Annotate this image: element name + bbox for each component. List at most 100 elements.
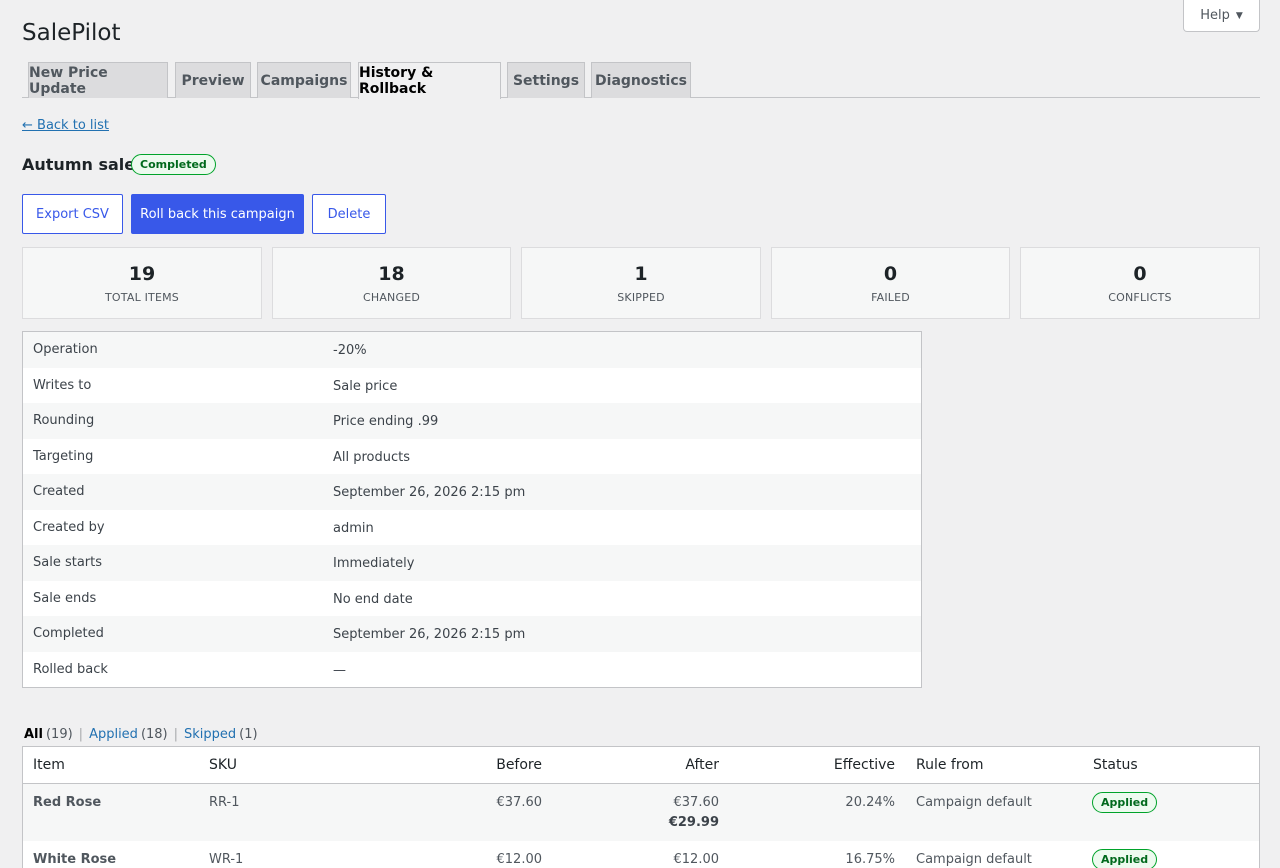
tab-campaigns[interactable]: Campaigns [257,62,351,98]
item-name: White Rose [33,852,117,867]
stat-label: TOTAL ITEMS [105,290,179,304]
stat-conflicts: 0 CONFLICTS [1020,247,1260,319]
tab-preview[interactable]: Preview [175,62,251,98]
stat-failed: 0 FAILED [771,247,1010,319]
item-after-cell: €12.00 [674,852,720,867]
detail-key: Operation [33,342,98,357]
items-table: Item SKU Before After Effective Rule fro… [22,746,1260,868]
detail-key: Rounding [33,413,95,428]
detail-row-rolled-back: Rolled back — [23,652,921,688]
stat-label: CONFLICTS [1108,290,1172,304]
stat-label: SKIPPED [617,290,665,304]
detail-key: Created [33,484,85,499]
stat-skipped: 1 SKIPPED [521,247,761,319]
item-after-sale-price: €29.99 [668,815,719,830]
item-rule-from: Campaign default [916,852,1032,867]
detail-row-created-by: Created by admin [23,510,921,546]
detail-row-targeting: Targeting All products [23,439,921,475]
table-row: Red Rose RR-1 €37.60 €37.60 €29.99 20.24… [23,784,1259,841]
table-header: Item SKU Before After Effective Rule fro… [23,747,1259,784]
stat-value: 1 [634,262,648,285]
tab-settings[interactable]: Settings [507,62,585,98]
stat-value: 19 [128,262,156,285]
delete-button[interactable]: Delete [312,194,386,234]
status-badge: Completed [131,154,216,175]
detail-value: — [333,662,346,678]
table-row: White Rose WR-1 €12.00 €12.00 16.75% Cam… [23,841,1259,868]
detail-key: Completed [33,626,104,641]
detail-value: admin [333,520,374,536]
detail-key: Rolled back [33,661,108,677]
detail-key: Created by [33,519,105,535]
filter-separator: | [173,727,179,742]
detail-value: All products [333,449,411,465]
detail-value: No end date [333,591,413,607]
detail-row-sale-ends: Sale ends No end date [23,581,921,617]
col-header-effective: Effective [833,757,895,773]
stat-total-items: 19 TOTAL ITEMS [22,247,262,319]
page-title: SalePilot [22,20,121,46]
col-header-sku: SKU [209,757,237,773]
detail-row-writes-to: Writes to Sale price [23,368,921,404]
campaign-title: Autumn sale [22,155,136,174]
detail-value: -20% [333,343,367,358]
detail-key: Writes to [33,377,92,393]
detail-value: Immediately [333,556,415,571]
campaign-details-table: Operation -20% Writes to Sale price Roundi… [22,331,922,688]
col-header-rule-from: Rule from [916,757,984,773]
export-csv-button[interactable]: Export CSV [22,194,123,234]
stat-changed: 18 CHANGED [272,247,511,319]
filter-all-current[interactable]: All [24,727,43,742]
stat-value: 0 [1133,262,1147,285]
detail-row-operation: Operation -20% [23,332,921,368]
tab-diagnostics[interactable]: Diagnostics [591,62,691,98]
item-effective-discount: 20.24% [845,795,895,810]
status-filter-links: All (19) | Applied (18) | Skipped (1) [24,727,258,742]
detail-row-sale-starts: Sale starts Immediately [23,545,921,581]
detail-row-created: Created September 26, 2026 2:15 pm [23,474,921,510]
detail-key: Targeting [33,448,94,464]
item-sku: WR-1 [209,852,244,867]
tab-bar: New Price Update Preview Campaigns Histo… [22,62,1260,99]
tab-new-price-update[interactable]: New Price Update [28,62,168,98]
item-effective-discount: 16.75% [845,852,895,867]
detail-value: September 26, 2026 2:15 pm [333,627,526,642]
col-header-item: Item [33,757,65,773]
item-after-cell: €37.60 €29.99 [669,795,719,830]
stat-label: CHANGED [362,290,421,304]
detail-row-completed: Completed September 26, 2026 2:15 pm [23,616,921,652]
back-to-list-link[interactable]: ← Back to list [22,118,109,133]
detail-key: Sale starts [33,555,103,570]
item-after-regular-price: €37.60 [673,795,720,810]
item-before-price: €12.00 [496,852,543,867]
help-label: Help [1200,8,1230,23]
item-status-badge: Applied [1092,792,1158,813]
item-name: Red Rose [33,795,102,810]
filter-skipped-link[interactable]: Skipped [184,727,236,742]
rollback-button[interactable]: Roll back this campaign [131,194,304,234]
col-header-before: Before [496,757,542,773]
filter-separator: | [78,727,84,742]
item-before-price: €37.60 [496,795,543,810]
tab-history-rollback[interactable]: History & Rollback [358,62,501,99]
stat-value: 18 [378,262,405,285]
filter-count: (18) [140,727,168,742]
detail-key: Sale ends [33,590,97,606]
caret-down-icon: ▼ [1235,10,1243,21]
item-after-regular-price: €12.00 [673,852,720,867]
detail-value: September 26, 2026 2:15 pm [333,485,526,500]
stat-label: FAILED [871,290,910,304]
col-header-after: After [685,757,719,773]
item-sku: RR-1 [209,795,240,810]
filter-count: (1) [239,727,258,742]
item-status-badge: Applied [1092,849,1158,868]
detail-value: Sale price [333,378,398,394]
item-rule-from: Campaign default [916,795,1032,810]
col-header-status: Status [1093,757,1138,773]
filter-applied-link[interactable]: Applied [89,727,138,742]
detail-row-rounding: Rounding Price ending .99 [23,403,921,439]
detail-value: Price ending .99 [333,414,439,429]
stat-value: 0 [883,262,898,285]
filter-count: (19) [45,727,73,742]
help-button[interactable]: Help ▼ [1183,0,1260,32]
